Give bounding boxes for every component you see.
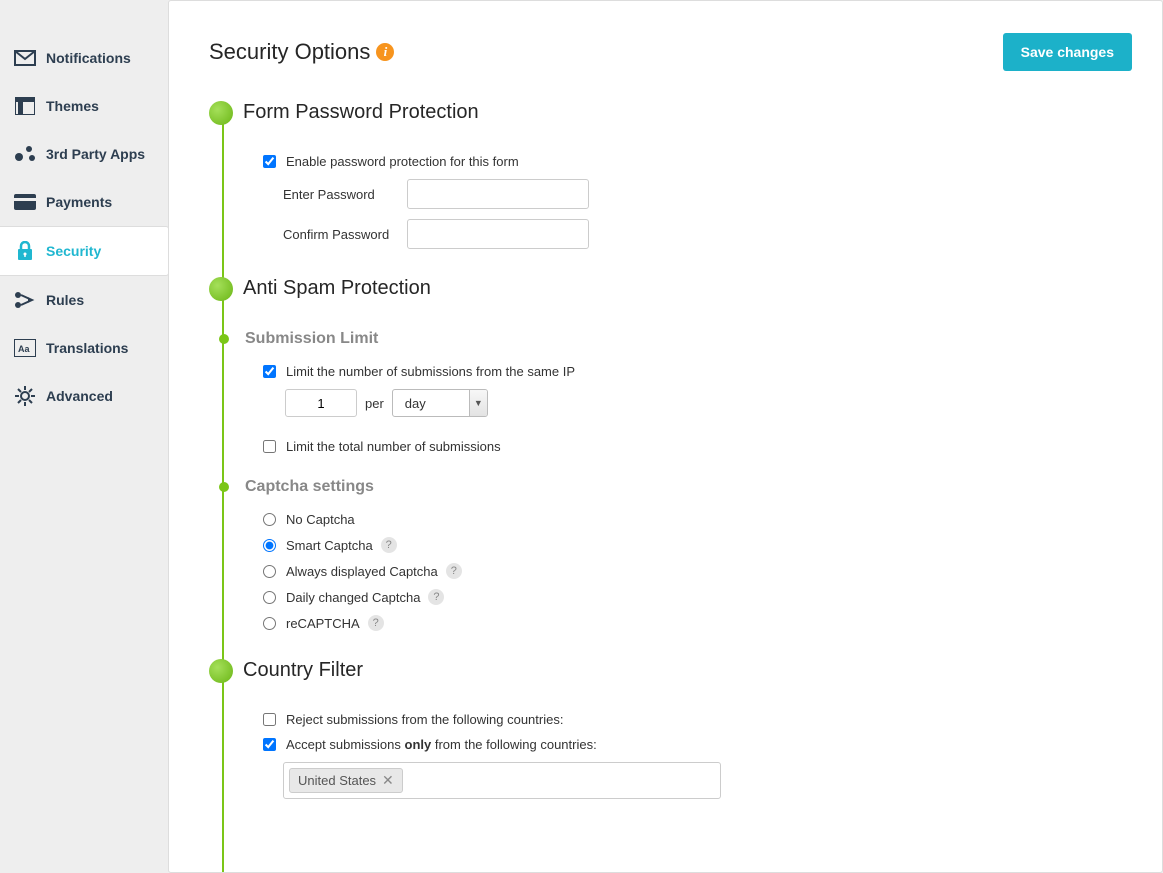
sidebar-item-payments[interactable]: Payments xyxy=(0,178,168,226)
info-icon[interactable]: i xyxy=(376,43,394,61)
translations-icon: Aa xyxy=(14,338,36,358)
captcha-daily-label: Daily changed Captcha xyxy=(286,590,420,605)
sidebar-item-security[interactable]: Security xyxy=(0,226,169,276)
captcha-smart-label: Smart Captcha xyxy=(286,538,373,553)
themes-icon xyxy=(14,96,36,116)
mail-icon xyxy=(14,48,36,68)
rules-icon xyxy=(14,290,36,310)
per-unit-value: day xyxy=(393,390,469,416)
captcha-smart-radio[interactable] xyxy=(263,539,276,552)
page-title: Security Options i xyxy=(209,39,394,65)
per-unit-select[interactable]: day ▼ xyxy=(392,389,488,417)
sidebar: Notifications Themes 3rd Party Apps Paym… xyxy=(0,0,168,873)
sidebar-label: Translations xyxy=(46,340,128,356)
country-tag: United States ✕ xyxy=(289,768,403,793)
sidebar-item-translations[interactable]: Aa Translations xyxy=(0,324,168,372)
reject-countries-label: Reject submissions from the following co… xyxy=(286,712,563,727)
captcha-recaptcha-radio[interactable] xyxy=(263,617,276,630)
subsection-title: Submission Limit xyxy=(223,330,1132,348)
sidebar-item-advanced[interactable]: Advanced xyxy=(0,372,168,420)
sidebar-label: Themes xyxy=(46,98,99,114)
payments-icon xyxy=(14,192,36,212)
captcha-none-label: No Captcha xyxy=(286,512,355,527)
section-bullet-icon xyxy=(209,659,233,683)
country-tag-label: United States xyxy=(298,773,376,788)
accept-countries-checkbox[interactable] xyxy=(263,738,276,751)
section-antispam: Anti Spam Protection Submission Limit Li… xyxy=(223,277,1132,631)
limit-ip-label: Limit the number of submissions from the… xyxy=(286,364,575,379)
confirm-password-input[interactable] xyxy=(407,219,589,249)
svg-text:Aa: Aa xyxy=(18,344,30,354)
enter-password-label: Enter Password xyxy=(283,187,407,202)
main-panel: Security Options i Save changes Form Pas… xyxy=(168,0,1163,873)
gear-icon xyxy=(14,386,36,406)
limit-total-checkbox[interactable] xyxy=(263,440,276,453)
limit-total-label: Limit the total number of submissions xyxy=(286,439,501,454)
help-icon[interactable]: ? xyxy=(428,589,444,605)
subsection-title: Captcha settings xyxy=(223,478,1132,496)
sidebar-label: Advanced xyxy=(46,388,113,404)
confirm-password-label: Confirm Password xyxy=(283,227,407,242)
save-button[interactable]: Save changes xyxy=(1003,33,1132,71)
help-icon[interactable]: ? xyxy=(368,615,384,631)
section-title: Form Password Protection xyxy=(223,101,1132,124)
captcha-always-label: Always displayed Captcha xyxy=(286,564,438,579)
section-bullet-icon xyxy=(209,101,233,125)
close-icon[interactable]: ✕ xyxy=(382,772,394,789)
sidebar-label: Rules xyxy=(46,292,84,308)
sidebar-label: Security xyxy=(46,243,101,259)
per-label: per xyxy=(365,396,384,411)
sidebar-label: Notifications xyxy=(46,50,131,66)
lock-icon xyxy=(14,241,36,261)
accept-countries-label: Accept submissions only from the followi… xyxy=(286,737,597,752)
sub-bullet-icon xyxy=(219,482,229,492)
country-tags-input[interactable]: United States ✕ xyxy=(283,762,721,799)
help-icon[interactable]: ? xyxy=(381,537,397,553)
sidebar-item-notifications[interactable]: Notifications xyxy=(0,34,168,82)
section-password: Form Password Protection Enable password… xyxy=(223,101,1132,249)
section-title: Anti Spam Protection xyxy=(223,277,1132,300)
sidebar-item-rules[interactable]: Rules xyxy=(0,276,168,324)
sidebar-item-apps[interactable]: 3rd Party Apps xyxy=(0,130,168,178)
sub-bullet-icon xyxy=(219,334,229,344)
captcha-always-radio[interactable] xyxy=(263,565,276,578)
chevron-down-icon: ▼ xyxy=(469,390,487,416)
limit-ip-checkbox[interactable] xyxy=(263,365,276,378)
apps-icon xyxy=(14,144,36,164)
sidebar-item-themes[interactable]: Themes xyxy=(0,82,168,130)
enter-password-input[interactable] xyxy=(407,179,589,209)
subsection-submission-limit: Submission Limit Limit the number of sub… xyxy=(223,330,1132,454)
help-icon[interactable]: ? xyxy=(446,563,462,579)
reject-countries-checkbox[interactable] xyxy=(263,713,276,726)
sidebar-label: 3rd Party Apps xyxy=(46,146,145,162)
section-country: Country Filter Reject submissions from t… xyxy=(223,659,1132,799)
captcha-none-radio[interactable] xyxy=(263,513,276,526)
section-bullet-icon xyxy=(209,277,233,301)
sidebar-label: Payments xyxy=(46,194,112,210)
captcha-daily-radio[interactable] xyxy=(263,591,276,604)
enable-password-label: Enable password protection for this form xyxy=(286,154,519,169)
enable-password-checkbox[interactable] xyxy=(263,155,276,168)
section-title: Country Filter xyxy=(223,659,1132,682)
captcha-recaptcha-label: reCAPTCHA xyxy=(286,616,360,631)
limit-value-input[interactable] xyxy=(285,389,357,417)
subsection-captcha: Captcha settings No Captcha Smart Captch… xyxy=(223,478,1132,631)
